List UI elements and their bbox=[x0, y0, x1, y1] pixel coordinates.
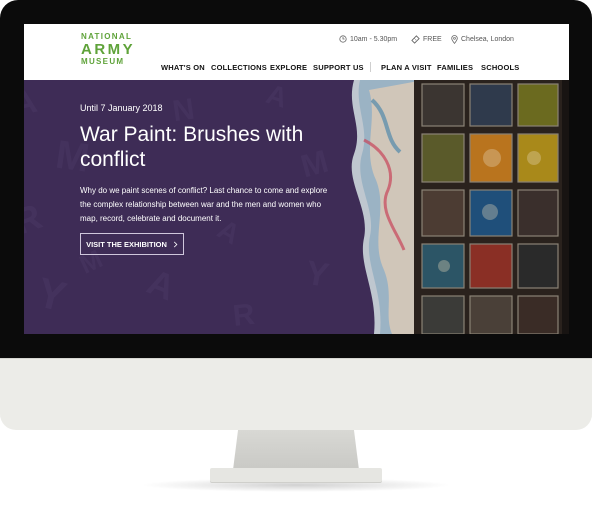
nav-support-us[interactable]: SUPPORT US bbox=[313, 63, 364, 72]
museum-logo[interactable]: NATIONAL ARMY MUSEUM bbox=[81, 33, 141, 66]
opening-hours-text: 10am - 5.30pm bbox=[350, 35, 398, 43]
visit-exhibition-button[interactable]: VISIT THE EXHIBITION bbox=[80, 233, 184, 255]
nav-families[interactable]: FAMILIES bbox=[437, 63, 473, 72]
chevron-right-icon bbox=[173, 241, 178, 247]
screen: NATIONAL ARMY MUSEUM 10am - 5.30pm FREE … bbox=[24, 24, 569, 334]
museum-location[interactable]: Chelsea, London bbox=[451, 35, 514, 44]
hero-banner: A M R Y N A M A R Y M A Until 7 January … bbox=[24, 80, 569, 334]
map-pin-icon bbox=[451, 35, 458, 44]
nav-collections[interactable]: COLLECTIONS bbox=[211, 63, 267, 72]
ticket-icon bbox=[411, 35, 420, 44]
exhibition-dates: Until 7 January 2018 bbox=[80, 103, 163, 113]
visit-exhibition-label: VISIT THE EXHIBITION bbox=[86, 239, 167, 249]
opening-hours: 10am - 5.30pm bbox=[339, 35, 397, 43]
site-header: NATIONAL ARMY MUSEUM 10am - 5.30pm FREE … bbox=[24, 24, 569, 80]
admission-price-text: FREE bbox=[423, 36, 442, 43]
hero-title: War Paint: Brushes with conflict bbox=[80, 123, 304, 171]
logo-line-museum: MUSEUM bbox=[81, 57, 125, 66]
clock-icon bbox=[339, 35, 347, 43]
logo-line-army: ARMY bbox=[81, 41, 136, 58]
museum-location-text: Chelsea, London bbox=[461, 36, 514, 43]
monitor-chin bbox=[0, 358, 592, 430]
hero-description: Why do we paint scenes of conflict? Last… bbox=[80, 186, 328, 223]
monitor-stand-neck bbox=[233, 430, 359, 470]
logo-line-national: NATIONAL bbox=[81, 32, 133, 41]
nav-whats-on[interactable]: WHAT'S ON bbox=[161, 63, 205, 72]
monitor-stand-base bbox=[210, 468, 382, 482]
nav-schools[interactable]: SCHOOLS bbox=[481, 63, 520, 72]
nav-divider bbox=[370, 62, 371, 72]
nav-plan-a-visit[interactable]: PLAN A VISIT bbox=[381, 63, 432, 72]
nav-explore[interactable]: EXPLORE bbox=[270, 63, 307, 72]
admission-price: FREE bbox=[411, 35, 442, 44]
